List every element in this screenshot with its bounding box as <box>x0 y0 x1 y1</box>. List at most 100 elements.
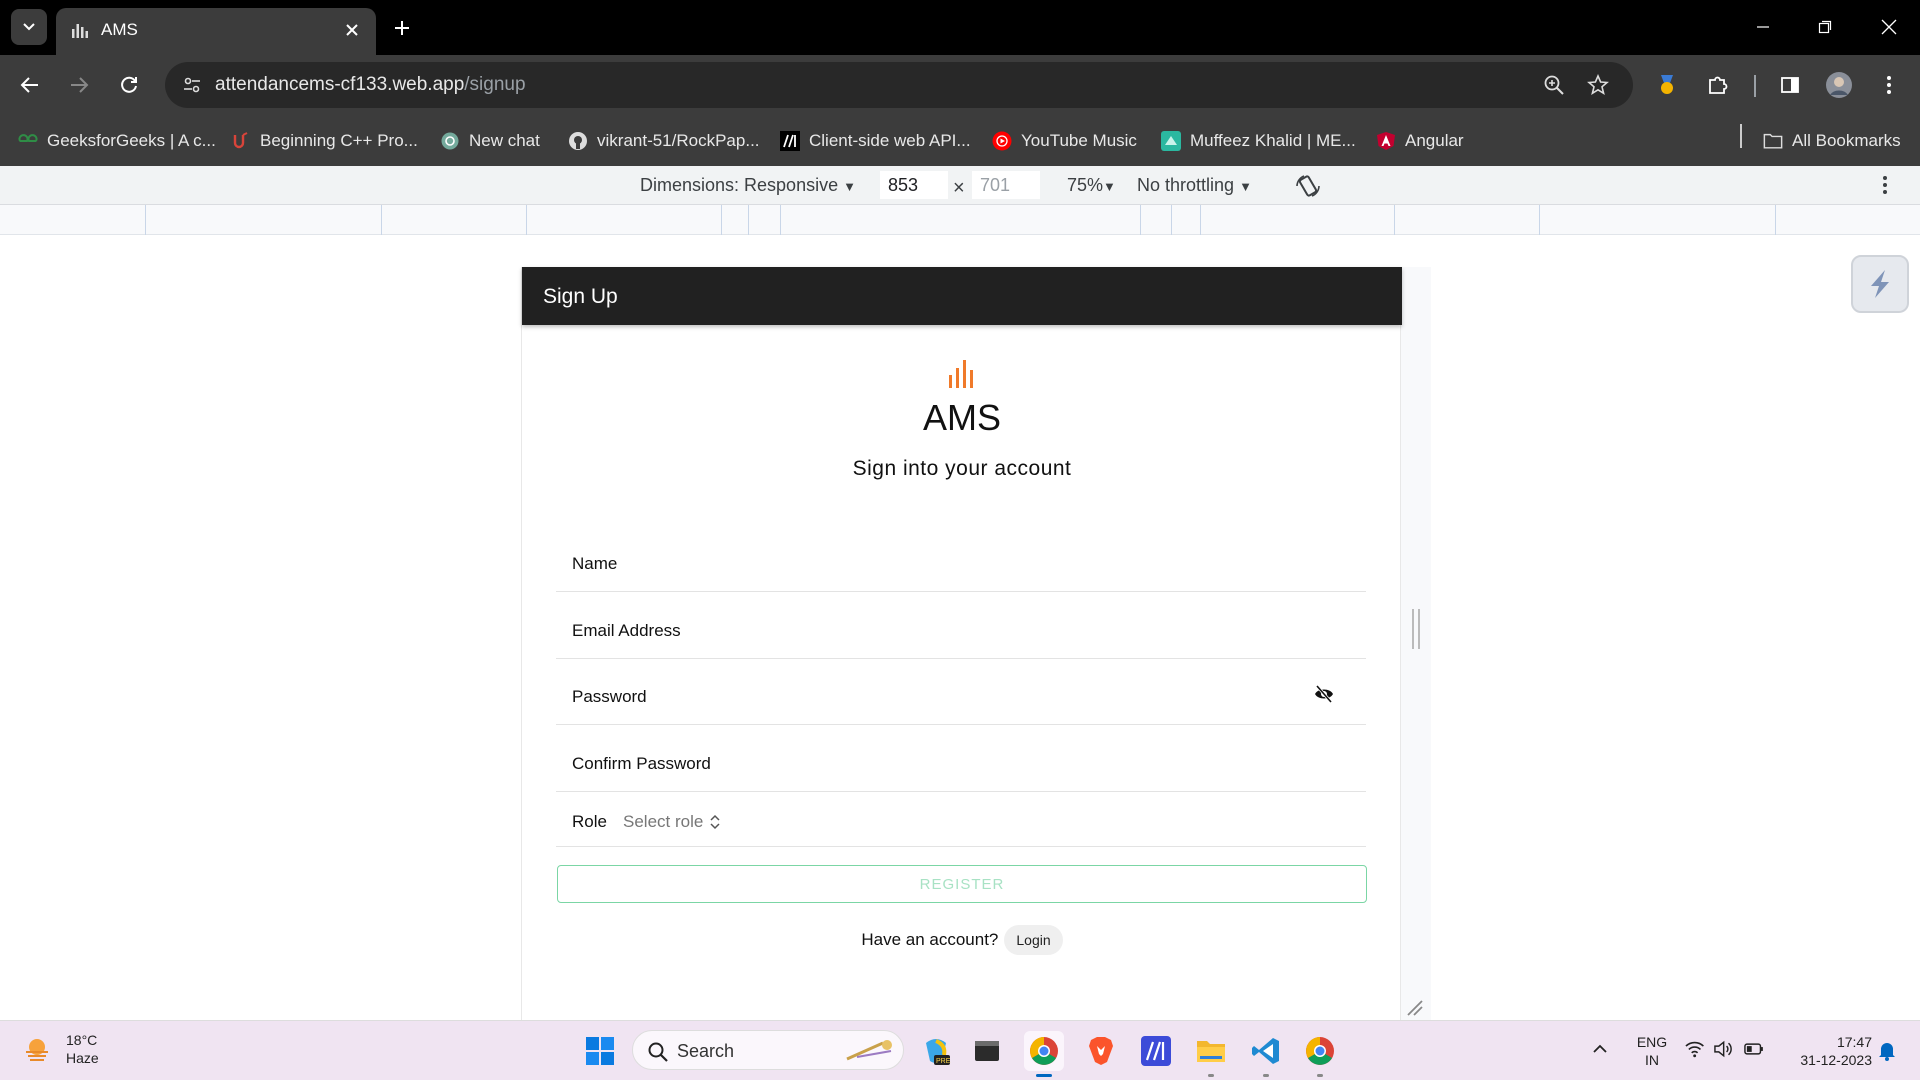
tab-title: AMS <box>101 20 138 39</box>
reload-icon <box>121 76 137 93</box>
chevron-down-icon <box>23 23 35 31</box>
url-path: /signup <box>464 74 526 95</box>
address-bar[interactable]: attendancems-cf133.web.app/signup <box>165 62 1633 108</box>
role-placeholder: Select role <box>623 812 704 831</box>
weather-widget[interactable]: 18°C Haze <box>22 1031 99 1067</box>
portfolio-icon <box>1161 131 1181 151</box>
explorer-indicator <box>1208 1074 1214 1077</box>
bookmark-new-chat[interactable]: New chat <box>440 126 540 156</box>
system-tray-status[interactable] <box>1684 1039 1764 1063</box>
bookmark-mdn[interactable]: Client-side web API... <box>780 126 971 156</box>
lightning-icon <box>1871 270 1889 298</box>
all-bookmarks-label: All Bookmarks <box>1792 131 1901 150</box>
bookmark-star-icon[interactable] <box>1585 72 1611 98</box>
show-hidden-icons[interactable] <box>1590 1039 1614 1063</box>
profile-avatar[interactable] <box>1823 69 1855 101</box>
brand-name: AMS <box>922 397 1001 438</box>
angular-icon <box>1376 131 1396 151</box>
new-tab-button[interactable] <box>388 14 416 42</box>
zoom-icon[interactable] <box>1541 72 1567 98</box>
subtitle: Sign into your account <box>852 457 1072 480</box>
height-input[interactable] <box>972 171 1040 199</box>
register-button[interactable]: REGISTER <box>557 865 1367 903</box>
times-icon: × <box>953 177 965 199</box>
clock[interactable]: 17:47 31-12-2023 <box>1778 1033 1872 1069</box>
search-label: Search <box>677 1041 735 1061</box>
notifications-button[interactable] <box>1876 1039 1900 1063</box>
brave-app[interactable] <box>1081 1031 1121 1071</box>
vscode-app[interactable] <box>1246 1031 1286 1071</box>
tab-close-button[interactable] <box>340 18 364 42</box>
eye-off-icon[interactable] <box>1314 685 1334 703</box>
back-button[interactable] <box>12 67 48 103</box>
floating-extension-button[interactable] <box>1851 255 1909 313</box>
terminal-icon <box>975 1041 999 1061</box>
throttling-dropdown[interactable]: No throttling ▼ <box>1137 175 1252 196</box>
email-field[interactable]: Email Address <box>556 599 1366 659</box>
tab-search-button[interactable] <box>11 9 47 45</box>
chrome-app[interactable] <box>1024 1031 1064 1071</box>
mdn-icon <box>780 131 800 151</box>
language-indicator[interactable]: ENG IN <box>1632 1033 1672 1069</box>
bookmark-geeksforgeeks[interactable]: GeeksforGeeks | A c... <box>18 126 216 156</box>
bookmark-github[interactable]: vikrant-51/RockPap... <box>568 126 760 156</box>
chrome-icon <box>1306 1037 1334 1065</box>
close-window-button[interactable] <box>1866 10 1912 44</box>
password-field[interactable]: Password <box>556 665 1366 725</box>
minimize-button[interactable] <box>1740 10 1786 44</box>
minimize-icon <box>1757 26 1769 28</box>
bookmark-label: Muffeez Khalid | ME... <box>1190 131 1356 150</box>
password-label: Password <box>572 687 647 706</box>
zoom-dropdown[interactable]: 75%▼ <box>1067 175 1116 196</box>
role-select[interactable]: Select role <box>623 812 723 832</box>
restore-button[interactable] <box>1802 10 1848 44</box>
throttling-label: No throttling <box>1137 175 1235 195</box>
have-account-text: Have an account? <box>861 930 999 949</box>
more-menu-icon[interactable] <box>1873 69 1905 101</box>
task-view-app[interactable] <box>967 1031 1007 1071</box>
file-explorer-app[interactable] <box>1191 1031 1231 1071</box>
haze-sun-icon <box>26 1039 48 1061</box>
start-button[interactable] <box>580 1031 620 1071</box>
mdn-app[interactable] <box>1136 1031 1176 1071</box>
wifi-icon <box>1685 1041 1704 1058</box>
site-info-icon[interactable] <box>179 72 205 98</box>
side-panel-icon[interactable] <box>1774 69 1806 101</box>
corner-resize-icon[interactable] <box>1404 997 1426 1019</box>
role-label: Role <box>572 812 607 831</box>
url-text: attendancems-cf133.web.app/signup <box>215 74 526 96</box>
device-more-icon[interactable] <box>1882 174 1894 196</box>
copilot-app[interactable]: PRE <box>916 1031 956 1071</box>
mdn-pwa-icon <box>1141 1036 1171 1066</box>
device-toolbar: Dimensions: Responsive ▼ × 75%▼ No throt… <box>0 166 1920 205</box>
dimensions-dropdown[interactable]: Dimensions: Responsive ▼ <box>640 175 856 196</box>
bookmark-udemy[interactable]: Beginning C++ Pro... <box>231 126 418 156</box>
language: ENG <box>1636 1034 1668 1050</box>
bookmark-angular[interactable]: Angular <box>1376 126 1464 156</box>
name-field[interactable]: Name <box>556 532 1366 592</box>
width-input[interactable] <box>880 171 948 199</box>
battery-icon <box>1743 1043 1763 1055</box>
taskbar-search[interactable]: Search <box>632 1030 904 1070</box>
bookmark-youtube-music[interactable]: YouTube Music <box>992 126 1137 156</box>
windows-icon <box>586 1037 614 1065</box>
app-header: Sign Up <box>522 267 1402 325</box>
rotate-icon[interactable] <box>1294 172 1322 200</box>
reload-button[interactable] <box>111 67 147 103</box>
bookmark-muffeez[interactable]: Muffeez Khalid | ME... <box>1161 126 1356 156</box>
all-bookmarks[interactable]: All Bookmarks <box>1763 126 1901 156</box>
login-button[interactable]: Login <box>1004 925 1063 955</box>
width-resize-handle[interactable] <box>1412 609 1420 649</box>
chrome-icon <box>1030 1037 1058 1065</box>
close-icon <box>1881 19 1897 35</box>
extension-badge-icon[interactable] <box>1651 69 1683 101</box>
forward-button[interactable] <box>61 67 97 103</box>
extensions-puzzle-icon[interactable] <box>1702 69 1734 101</box>
chrome-app-2[interactable] <box>1300 1031 1340 1071</box>
tab-ams[interactable]: AMS <box>56 8 376 55</box>
name-label: Name <box>572 554 618 573</box>
udemy-icon <box>231 131 251 151</box>
bookmarks-bar: GeeksforGeeks | A c... Beginning C++ Pro… <box>0 116 1920 166</box>
login-prompt: Have an account? Login <box>522 925 1402 955</box>
confirm-password-field[interactable]: Confirm Password <box>556 732 1366 792</box>
